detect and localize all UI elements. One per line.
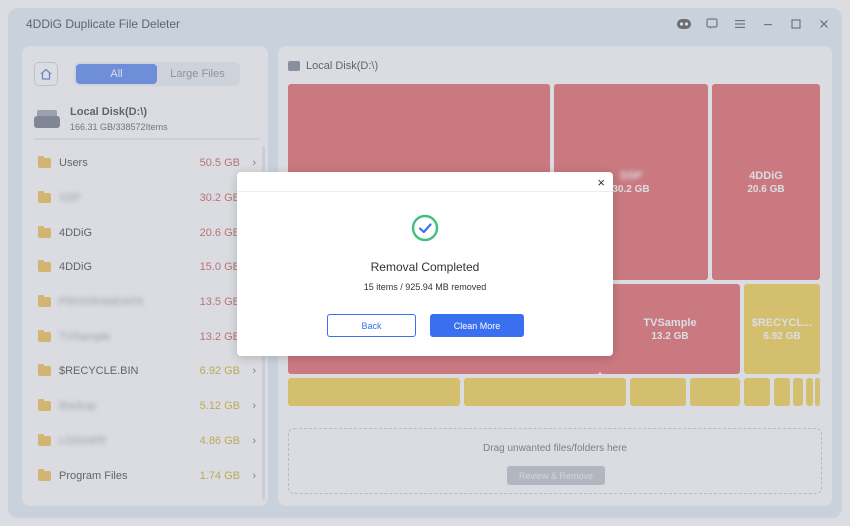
dialog-close-button[interactable]: × bbox=[597, 175, 605, 190]
dialog-title: Removal Completed bbox=[370, 260, 480, 274]
dialog-subtitle: 15 items / 925.94 MB removed bbox=[363, 282, 487, 292]
clean-more-button[interactable]: Clean More bbox=[430, 314, 524, 337]
success-check-icon bbox=[411, 214, 439, 242]
dialog-header: × bbox=[237, 172, 613, 192]
removal-completed-dialog: × Removal Completed 15 items / 925.94 MB… bbox=[237, 172, 613, 356]
back-button[interactable]: Back bbox=[327, 314, 416, 337]
app-window: 4DDiG Duplicate File Deleter All Large F… bbox=[0, 0, 850, 526]
